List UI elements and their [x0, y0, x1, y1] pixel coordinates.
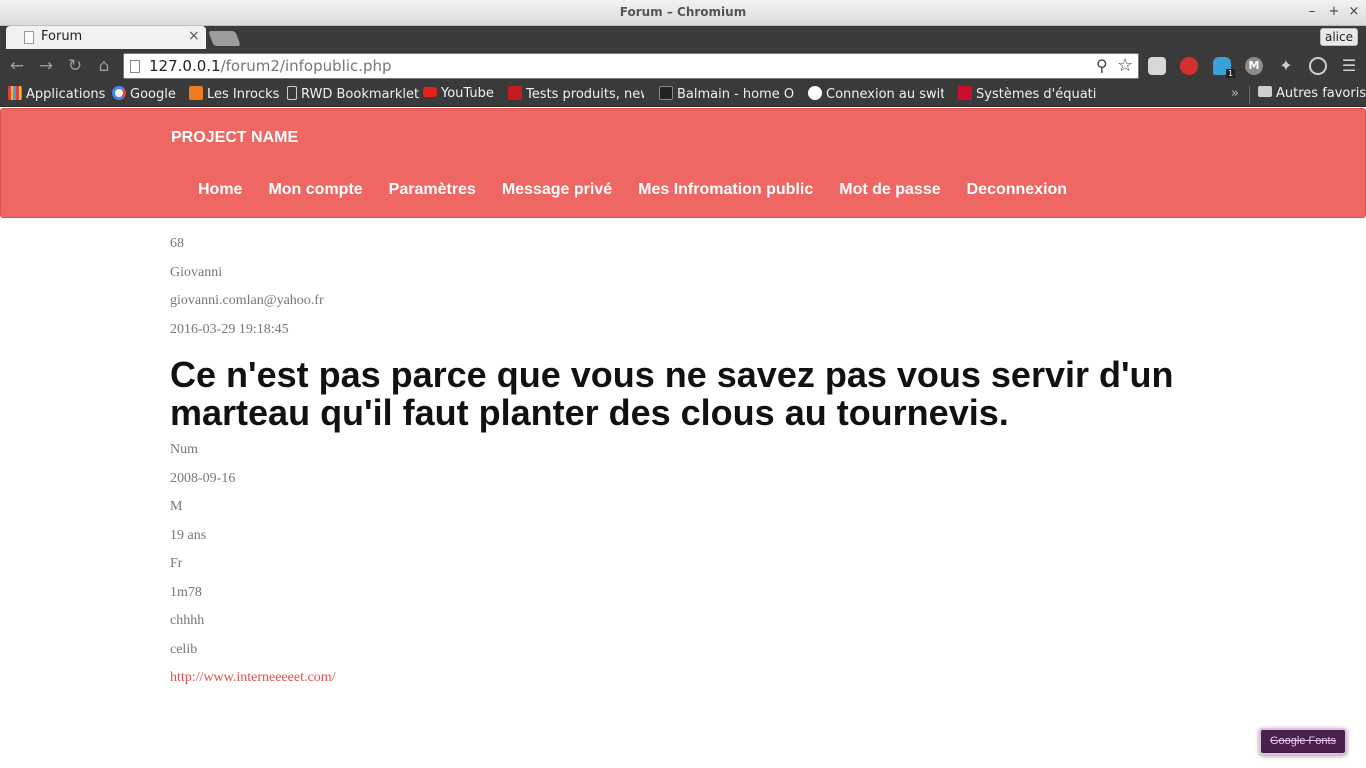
bookmark-label: Applications — [26, 87, 106, 102]
window-titlebar: Forum – Chromium – + × — [0, 0, 1366, 26]
connexion-icon — [808, 86, 822, 100]
url-path: /forum2/infopublic.php — [220, 57, 392, 75]
bookmark-balmain[interactable]: Balmain - home On — [659, 86, 794, 104]
nav-mot-de-passe[interactable]: Mot de passe — [826, 181, 953, 199]
bookmark-label: Connexion au switc — [826, 87, 944, 102]
user-hobby: chhhh — [170, 613, 205, 628]
minimize-button[interactable]: – — [1305, 4, 1319, 19]
address-bar[interactable]: 127.0.0.1/forum2/infopublic.php ⚲ ☆ — [123, 53, 1139, 79]
page-icon — [24, 31, 34, 44]
window-title: Forum – Chromium — [619, 5, 747, 19]
bookmark-label: RWD Bookmarklet — [301, 87, 420, 102]
nav-mon-compte[interactable]: Mon compte — [255, 181, 375, 199]
user-website-link[interactable]: http://www.interneeeeet.com/ — [170, 664, 1170, 693]
bookmark-star-icon[interactable]: ☆ — [1117, 55, 1133, 76]
back-arrow-icon[interactable]: ← — [7, 56, 27, 76]
user-age: 19 ans — [170, 527, 207, 543]
browser-toolbar: ← → ↻ ⌂ 127.0.0.1/forum2/infopublic.php … — [0, 49, 1366, 83]
folder-icon — [1258, 86, 1272, 97]
page-icon — [130, 60, 140, 73]
bookmark-connexion[interactable]: Connexion au switc — [808, 86, 944, 104]
adblock-icon[interactable] — [1180, 57, 1198, 75]
user-status: celib — [170, 641, 198, 657]
close-window-button[interactable]: × — [1347, 4, 1361, 19]
bookmark-label: Les Inrocks — [207, 87, 280, 102]
google-fonts-button[interactable]: Google Fonts — [1259, 728, 1347, 755]
bookmark-rwd-bookmarklet[interactable]: RWD Bookmarklet — [287, 86, 419, 104]
user-quote: Ce n'est pas parce que vous ne savez pas… — [170, 354, 1174, 433]
url-text[interactable]: 127.0.0.1/forum2/infopublic.php — [149, 57, 392, 75]
user-country: Fr — [170, 556, 183, 571]
user-num: Num — [170, 442, 198, 457]
bookmark-applications[interactable]: Applications — [8, 86, 105, 104]
bookmark-label: YouTube — [441, 86, 494, 101]
reload-icon[interactable]: ↻ — [65, 56, 85, 76]
user-id: 68 — [170, 236, 184, 251]
page-icon — [287, 86, 297, 100]
profile-content: 68 Giovanni giovanni.comlan@yahoo.fr 201… — [170, 230, 1174, 693]
nav-deconnexion[interactable]: Deconnexion — [954, 181, 1080, 199]
user-height: 1m78 — [170, 584, 202, 600]
site-nav-links: Home Mon compte Paramètres Message privé… — [185, 181, 1080, 199]
maximize-button[interactable]: + — [1327, 4, 1341, 19]
user-sex: M — [170, 499, 183, 514]
bookmark-label: Google — [130, 87, 176, 102]
user-email: giovanni.comlan@yahoo.fr — [170, 293, 324, 308]
apps-icon — [8, 86, 22, 100]
google-icon — [112, 86, 126, 100]
bookmark-youtube[interactable]: YouTube — [423, 86, 494, 104]
tab-title: Forum — [41, 29, 83, 44]
tab-forum[interactable]: Forum × — [6, 26, 206, 49]
youtube-icon — [423, 87, 437, 97]
free-icon — [958, 86, 972, 100]
bookmark-google[interactable]: Google — [112, 86, 176, 104]
site-brand[interactable]: PROJECT NAME — [171, 129, 298, 147]
bookmark-label: Tests produits, new — [526, 87, 644, 102]
bookmark-label: Balmain - home On — [677, 87, 794, 102]
nav-infos-public[interactable]: Mes Infromation public — [625, 181, 826, 199]
tab-strip: Forum × alice — [0, 26, 1366, 49]
bookmark-label: Systèmes d'équatio — [976, 87, 1096, 102]
site-navbar: PROJECT NAME Home Mon compte Paramètres … — [0, 108, 1366, 218]
extension-icon[interactable] — [1148, 57, 1166, 75]
record-extension-icon[interactable] — [1309, 57, 1327, 75]
profile-button[interactable]: alice — [1320, 28, 1358, 46]
url-host: 127.0.0.1 — [149, 57, 221, 75]
bookmarks-overflow-button[interactable]: » — [1231, 86, 1239, 104]
zoom-icon[interactable]: ⚲ — [1096, 56, 1108, 75]
menu-icon[interactable]: ☰ — [1340, 57, 1358, 75]
extension-badge: 1 — [1226, 69, 1236, 78]
bookmarks-bar: Applications Google Les Inrocks RWD Book… — [0, 83, 1366, 107]
m-extension-icon[interactable]: M — [1245, 57, 1263, 75]
bookmark-systemes[interactable]: Systèmes d'équatio — [958, 86, 1096, 104]
nav-parametres[interactable]: Paramètres — [376, 181, 489, 199]
home-icon[interactable]: ⌂ — [94, 56, 114, 76]
user-birthdate: 2008-09-16 — [170, 470, 236, 486]
bookmark-les-inrocks[interactable]: Les Inrocks — [189, 86, 279, 104]
balmain-icon — [659, 86, 673, 100]
bookmarks-divider — [1249, 86, 1250, 104]
nav-message-prive[interactable]: Message privé — [489, 181, 625, 199]
new-tab-button[interactable] — [208, 31, 241, 46]
bookmark-other-folder[interactable]: Autres favoris — [1258, 86, 1366, 104]
user-name: Giovanni — [170, 264, 223, 280]
tool-extension-icon[interactable]: ✦ — [1277, 57, 1295, 75]
nav-home[interactable]: Home — [185, 181, 255, 199]
user-registered-date: 2016-03-29 19:18:45 — [170, 321, 289, 337]
inrocks-icon — [189, 86, 203, 100]
tab-close-icon[interactable]: × — [188, 28, 200, 44]
bookmark-label: Autres favoris — [1276, 86, 1366, 101]
forward-arrow-icon[interactable]: → — [36, 56, 56, 76]
bookmark-tests-produits[interactable]: Tests produits, new — [508, 86, 644, 104]
tests-icon — [508, 86, 522, 100]
